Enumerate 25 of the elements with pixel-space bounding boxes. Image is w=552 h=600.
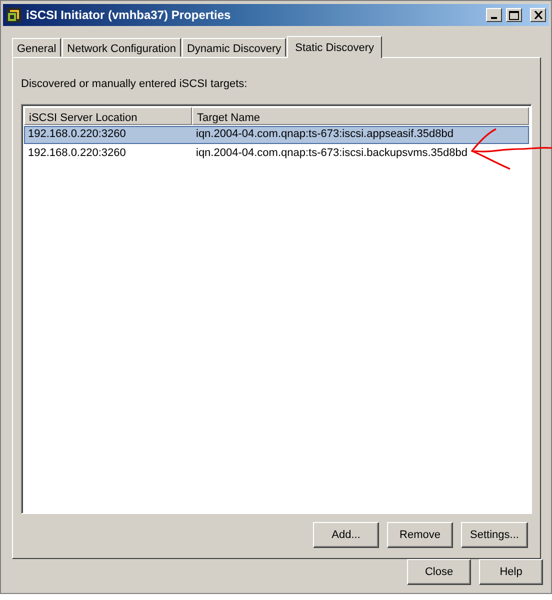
- description-label: Discovered or manually entered iSCSI targets:: [21, 77, 248, 92]
- table-cell-text: 192.168.0.220:3260: [27, 146, 127, 162]
- dialog-button[interactable]: Close: [407, 559, 471, 585]
- table-row[interactable]: 192.168.0.220:3260 iqn.2004-04.com.qnap:ts-673:iscsi.backupsvms.35d8bd: [24, 144, 529, 162]
- close-button[interactable]: [530, 8, 546, 22]
- maximize-icon: [509, 10, 519, 20]
- app-icon: [6, 7, 22, 23]
- minimize-button[interactable]: [486, 8, 502, 22]
- table-cell-text: iqn.2004-04.com.qnap:ts-673:iscsi.backupsvms.35d8bd: [195, 146, 468, 162]
- tab[interactable]: Network Configuration: [62, 38, 181, 57]
- tab[interactable]: General: [12, 38, 62, 57]
- column-header[interactable]: Target Name: [192, 106, 529, 124]
- maximize-button[interactable]: [506, 8, 522, 22]
- table-row[interactable]: 192.168.0.220:3260 iqn.2004-04.com.qnap:ts-673:iscsi.appseasif.35d8bd: [24, 126, 529, 144]
- panel-button[interactable]: Add...: [313, 522, 379, 548]
- dialog-button[interactable]: Help: [479, 559, 543, 585]
- tab[interactable]: Dynamic Discovery: [182, 38, 286, 57]
- column-header[interactable]: iSCSI Server Location: [24, 106, 192, 124]
- tab[interactable]: Static Discovery: [287, 36, 382, 58]
- close-icon: [534, 11, 542, 19]
- table-cell-text: 192.168.0.220:3260: [27, 127, 127, 142]
- window-title: iSCSI Initiator (vmhba37) Properties: [26, 7, 231, 24]
- panel-button[interactable]: Settings...: [461, 522, 528, 548]
- panel-button[interactable]: Remove: [387, 522, 453, 548]
- table-cell-text: iqn.2004-04.com.qnap:ts-673:iscsi.appseasif.35d8bd: [195, 127, 454, 142]
